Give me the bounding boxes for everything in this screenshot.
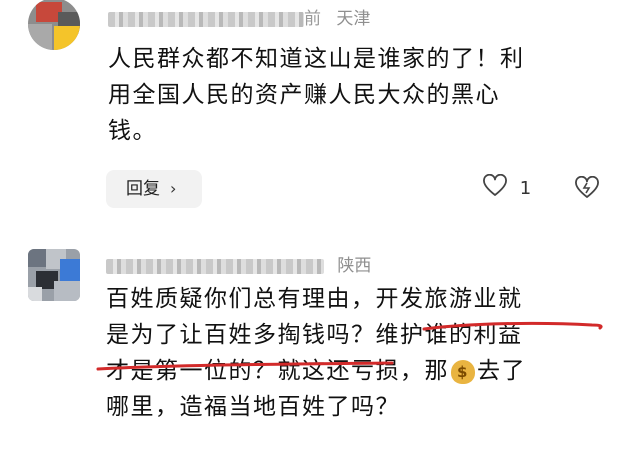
- comment-line-part: 才是第一位的？就这还亏损，那: [106, 358, 449, 384]
- username-blurred[interactable]: [108, 11, 304, 27]
- heart-outline-icon: [482, 173, 508, 203]
- comment-time-suffix: 前: [304, 9, 321, 29]
- comment-line: 用全国人民的资产赚人民大众的黑心: [108, 82, 500, 108]
- comment-location: 陕西: [337, 256, 372, 276]
- report-button[interactable]: [574, 175, 600, 204]
- reply-label: 回复: [126, 179, 160, 199]
- comment-line: 人民群众都不知道这山是谁家的了！利: [108, 46, 525, 72]
- comment-line-part: 去了: [477, 358, 526, 384]
- username-blurred[interactable]: [106, 258, 324, 274]
- comment-text: 人民群众都不知道这山是谁家的了！利 用全国人民的资产赚人民大众的黑心 钱。: [108, 41, 525, 149]
- like-button[interactable]: 1: [482, 173, 532, 203]
- comment-2: 陕西 百姓质疑你们总有理由，开发旅游业就 是为了让百姓多掏钱吗？维护谁的利益 才…: [0, 225, 640, 462]
- like-count: 1: [519, 178, 532, 199]
- avatar[interactable]: [28, 249, 80, 301]
- comment-line: 百姓质疑你们总有理由，开发旅游业就: [106, 286, 523, 312]
- comment-line-with-emoji: 才是第一位的？就这还亏损，那 $ 去了: [106, 353, 526, 389]
- chevron-right-icon: ›: [170, 179, 177, 198]
- comment-meta: 陕西: [106, 251, 371, 276]
- comment-location: 天津: [336, 9, 371, 29]
- comment-line: 哪里，造福当地百姓了吗？: [106, 394, 400, 420]
- money-bag-emoji: $: [451, 359, 475, 384]
- comment-line: 是为了让百姓多掏钱吗？维护谁的利益: [106, 322, 523, 348]
- comment-text: 百姓质疑你们总有理由，开发旅游业就 是为了让百姓多掏钱吗？维护谁的利益 才是第一…: [106, 281, 526, 425]
- reply-button[interactable]: 回复 ›: [106, 170, 202, 208]
- comment-meta: 前 天津: [108, 4, 370, 29]
- avatar[interactable]: [28, 0, 80, 50]
- report-icon: [574, 175, 600, 204]
- comment-1: 前 天津 人民群众都不知道这山是谁家的了！利 用全国人民的资产赚人民大众的黑心 …: [0, 0, 640, 225]
- comment-line: 钱。: [108, 118, 157, 144]
